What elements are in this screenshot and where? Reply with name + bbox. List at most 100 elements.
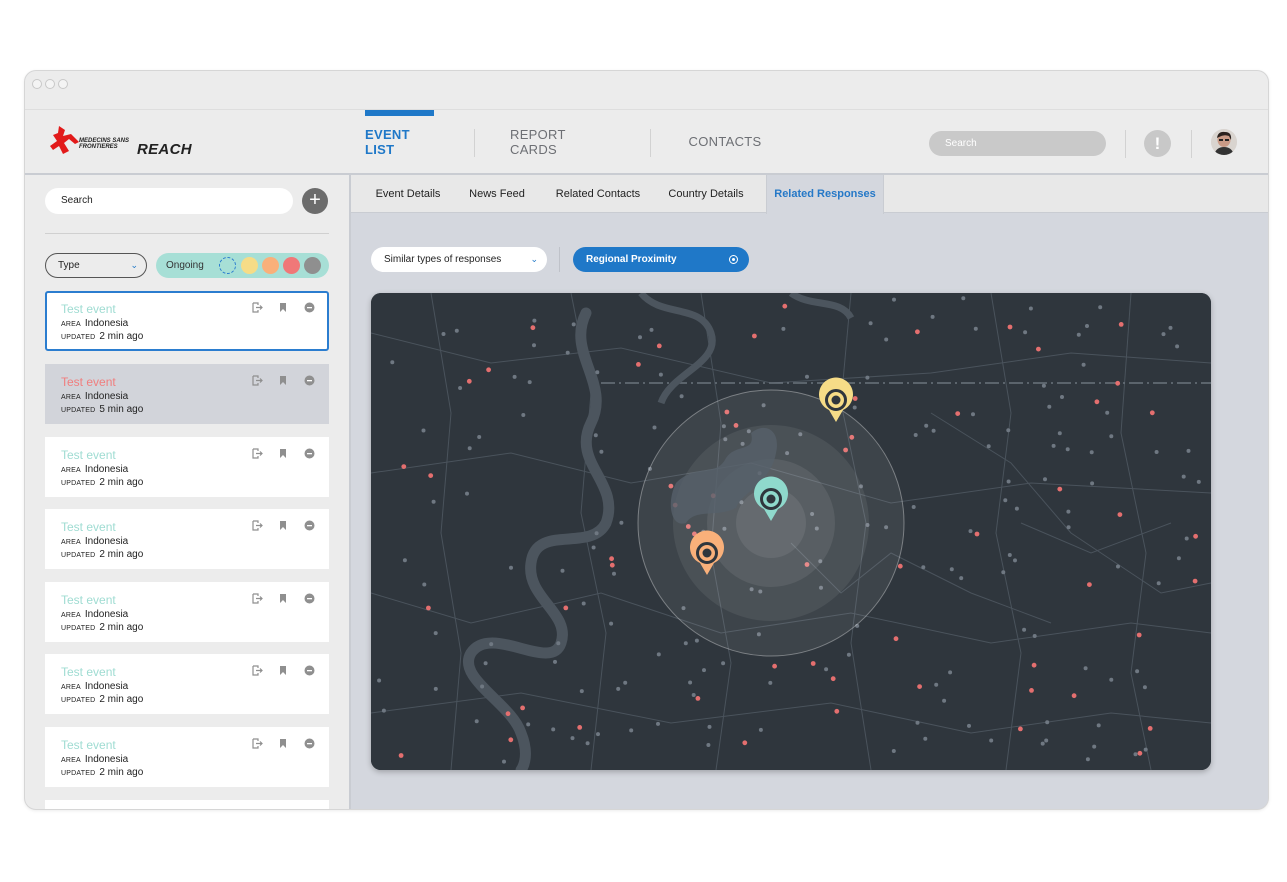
event-card[interactable]: Test event AREA Indonesia UPDATED 2 min ago [45,437,329,497]
map-point [948,670,953,675]
map-point [891,749,896,753]
open-event-icon[interactable] [251,593,263,605]
map-point [638,335,642,340]
add-event-button[interactable]: + [302,188,328,214]
map-point [1047,404,1052,409]
map-point [1066,509,1071,514]
type-filter-select[interactable]: Type ⌄ [45,253,147,278]
map-point [612,571,616,576]
map-point [656,721,660,726]
bookmark-icon[interactable] [277,665,289,677]
area-value: Indonesia [84,754,129,765]
bookmark-icon[interactable] [277,738,289,750]
remove-icon[interactable] [303,665,315,677]
bookmark-icon[interactable] [277,302,289,314]
open-event-icon[interactable] [251,738,263,750]
map-point [691,693,696,697]
filter-color-red[interactable] [283,257,300,274]
map-point-alert [897,563,903,569]
map-point [1133,752,1138,757]
event-card[interactable]: Test event AREA Indonesia UPDATED 2 min ago [45,509,329,569]
remove-icon[interactable] [303,520,315,532]
filter-color-yellow[interactable] [241,257,258,274]
main-panel: Event Details News Feed Related Contacts… [351,175,1268,809]
msf-logo[interactable]: MEDECINS SANS FRONTIERES REACH [49,124,219,164]
map-point [1007,553,1012,557]
nav-contacts[interactable]: CONTACTS [685,110,765,173]
response-type-select[interactable]: Similar types of responses ⌄ [371,247,547,272]
map-point [968,529,973,534]
window-close-button[interactable] [32,79,42,89]
map-point-alert [893,636,899,642]
response-map[interactable] [371,293,1211,770]
map-point-alert [1117,512,1123,517]
map-point [781,326,786,331]
bookmark-icon[interactable] [277,520,289,532]
map-point [521,413,526,417]
open-event-icon[interactable] [251,520,263,532]
bookmark-icon[interactable] [277,448,289,460]
filter-color-orange[interactable] [262,257,279,274]
event-card[interactable]: Test event AREA Indonesia UPDATED 2 min ago [45,582,329,642]
remove-icon[interactable] [303,593,315,605]
map-point-alert [1115,380,1121,386]
remove-icon[interactable] [303,375,315,387]
map-canvas[interactable] [371,293,1211,770]
event-card[interactable]: Test event AREA Indonesia UPDATED 2 min ago [45,727,329,787]
map-point [1081,362,1086,367]
map-point [421,428,426,433]
tab-country-details[interactable]: Country Details [659,175,753,213]
filter-color-teal[interactable] [219,257,236,274]
event-area: AREA Indonesia [61,318,128,329]
event-card[interactable]: Test event AREA Indonesia UPDATED 5 min ago [45,364,329,424]
map-point [1092,744,1097,749]
bookmark-icon[interactable] [277,375,289,387]
tab-news-feed[interactable]: News Feed [459,175,535,213]
event-area: AREA Indonesia [61,391,128,402]
map-point [454,328,459,333]
filter-color-grey[interactable] [304,257,321,274]
open-event-icon[interactable] [251,448,263,460]
event-updated: UPDATED 2 min ago [61,622,143,633]
map-point-alert [782,303,788,309]
status-filter[interactable]: Ongoing [156,253,329,278]
remove-icon[interactable] [303,738,315,750]
event-card-peek[interactable] [45,800,329,809]
tab-related-contacts[interactable]: Related Contacts [545,175,651,213]
map-point-alert [1136,632,1142,638]
area-label: AREA [61,612,81,619]
updated-label: UPDATED [61,407,96,414]
nav-event-list[interactable]: EVENT LIST [365,110,435,173]
map-point [1085,757,1090,762]
user-avatar[interactable] [1211,129,1237,155]
map-point-alert [530,325,536,331]
alert-button[interactable]: ! [1144,130,1171,157]
remove-icon[interactable] [303,448,315,460]
tab-related-responses[interactable]: Related Responses [766,175,884,214]
map-point-alert [830,676,836,682]
event-card[interactable]: Test event AREA Indonesia UPDATED 2 min ago [45,654,329,714]
map-point [1109,677,1114,682]
remove-icon[interactable] [303,302,315,314]
map-point [480,684,485,689]
open-event-icon[interactable] [251,665,263,677]
map-point-alert [466,378,472,384]
map-point [852,405,857,410]
header-search-input[interactable]: Search [929,131,1106,156]
window-maximize-button[interactable] [58,79,68,89]
event-card[interactable]: Test event AREA Indonesia UPDATED 2 min ago [45,291,329,351]
nav-report-cards[interactable]: REPORT CARDS [510,110,615,173]
sidebar-search-input[interactable]: Search [45,188,293,214]
open-event-icon[interactable] [251,375,263,387]
map-point [390,360,395,365]
map-point [915,720,920,725]
open-event-icon[interactable] [251,302,263,314]
regional-proximity-toggle[interactable]: Regional Proximity [573,247,749,272]
map-point-alert [834,708,840,714]
tab-event-details[interactable]: Event Details [365,175,451,213]
filter-divider [559,247,560,272]
event-sidebar: Search + Type ⌄ Ongoing Test event AREA In… [25,175,351,809]
window-minimize-button[interactable] [45,79,55,89]
bookmark-icon[interactable] [277,593,289,605]
map-point [1096,723,1101,728]
